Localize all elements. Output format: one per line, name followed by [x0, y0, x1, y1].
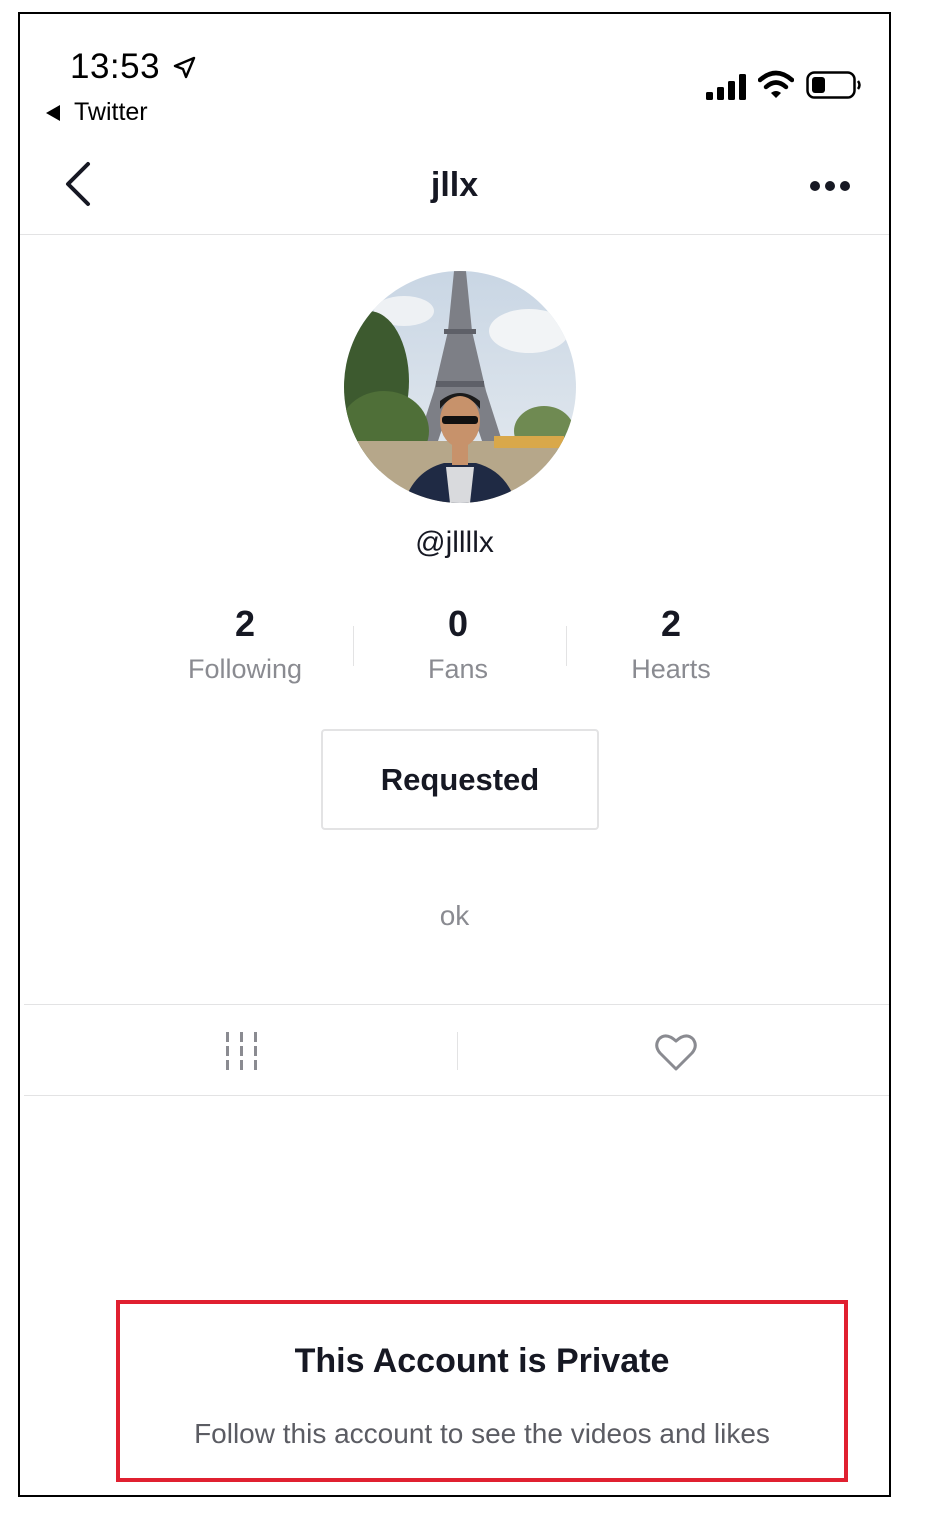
stat-separator — [353, 626, 354, 666]
stat-fans-value: 0 — [447, 603, 469, 644]
status-time: 13:53 — [70, 47, 161, 86]
stat-fans-label: Fans — [427, 654, 489, 684]
private-account-notice: This Account is Private Follow this acco… — [116, 1300, 848, 1482]
tabs-divider-bottom — [24, 1095, 889, 1096]
liked-heart-icon[interactable] — [654, 1032, 698, 1072]
page-title: jllx — [430, 166, 479, 204]
more-options-icon[interactable] — [808, 174, 852, 198]
back-triangle-icon — [46, 104, 60, 121]
back-app-label: Twitter — [74, 98, 148, 126]
stat-separator — [566, 626, 567, 666]
battery-icon — [806, 71, 861, 99]
avatar[interactable] — [344, 271, 576, 503]
stat-hearts-value: 2 — [660, 603, 682, 644]
phone-screen: 13:53 Twitter jllx @jllllx 2 Following 0… — [18, 12, 891, 1497]
requested-button[interactable]: Requested — [321, 729, 599, 830]
back-to-app-link[interactable]: Twitter — [46, 98, 148, 127]
stat-following[interactable]: 2 Following — [145, 602, 345, 685]
stat-following-value: 2 — [234, 603, 256, 644]
profile-handle: @jllllx — [415, 526, 494, 559]
tabs-divider-top — [24, 1004, 889, 1005]
private-notice-subtitle: Follow this account to see the videos an… — [194, 1418, 770, 1449]
avatar-photo-icon — [344, 271, 576, 503]
stat-hearts-label: Hearts — [631, 654, 711, 684]
header-divider — [20, 234, 889, 235]
stat-fans[interactable]: 0 Fans — [358, 602, 558, 685]
location-arrow-icon — [173, 56, 196, 79]
stat-hearts: 2 Hearts — [571, 602, 771, 685]
wifi-icon — [758, 70, 794, 98]
private-notice-title: This Account is Private — [294, 1342, 670, 1380]
profile-bio: ok — [439, 900, 470, 931]
tab-separator — [457, 1032, 458, 1070]
cellular-signal-icon — [706, 74, 746, 100]
videos-grid-icon[interactable] — [224, 1032, 260, 1070]
stat-following-label: Following — [187, 654, 303, 684]
